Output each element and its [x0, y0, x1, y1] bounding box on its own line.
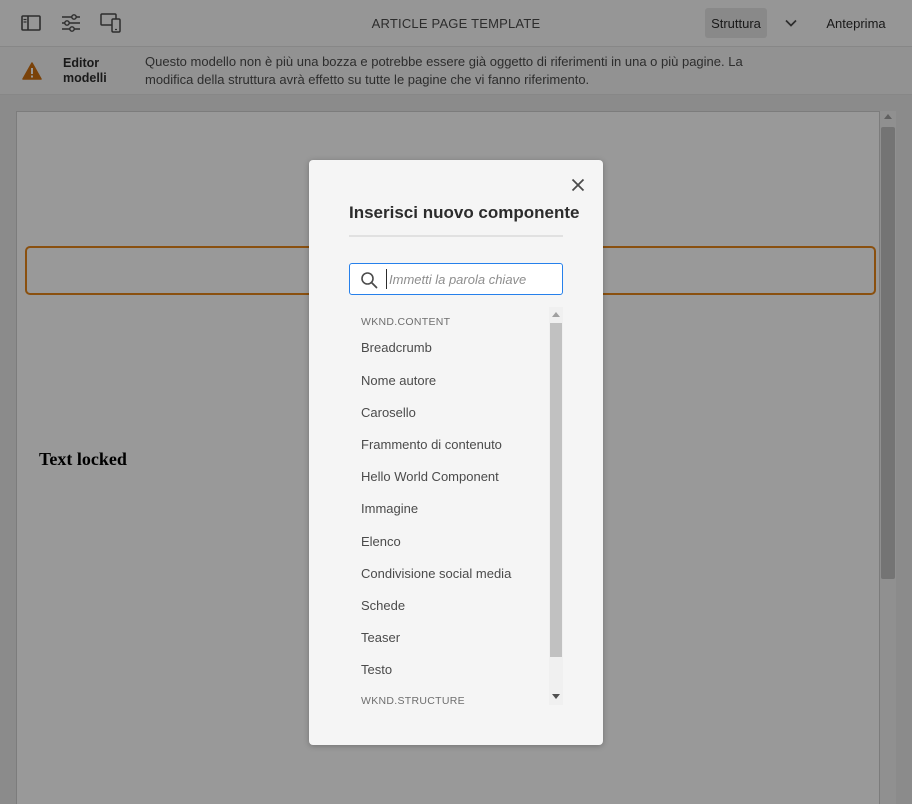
insert-component-dialog: Inserisci nuovo componente WKND.CONTENT …	[309, 160, 603, 745]
search-icon	[360, 271, 378, 289]
search-input[interactable]	[386, 269, 556, 289]
scroll-down-arrow-icon[interactable]	[552, 694, 560, 699]
component-list-scrollbar-thumb[interactable]	[550, 323, 562, 657]
title-divider	[349, 235, 563, 237]
group-header-wknd-structure: WKND.STRUCTURE	[361, 695, 465, 705]
group-header-wknd-content: WKND.CONTENT	[361, 316, 451, 328]
list-item[interactable]: Nome autore	[361, 373, 436, 388]
list-item[interactable]: Teaser	[361, 630, 400, 645]
list-item[interactable]: Schede	[361, 598, 405, 613]
dialog-title: Inserisci nuovo componente	[349, 203, 580, 222]
list-item[interactable]: Breadcrumb	[361, 340, 432, 355]
list-item[interactable]: Elenco	[361, 534, 401, 549]
list-item[interactable]: Hello World Component	[361, 469, 499, 484]
list-item[interactable]: Condivisione social media	[361, 566, 511, 581]
component-list: WKND.CONTENT Breadcrumb Nome autore Caro…	[349, 307, 549, 705]
component-list-scrollbar[interactable]	[549, 307, 563, 705]
list-item[interactable]: Immagine	[361, 501, 418, 516]
scroll-up-arrow-icon[interactable]	[552, 312, 560, 317]
search-field[interactable]	[349, 263, 563, 295]
list-item[interactable]: Testo	[361, 662, 392, 677]
list-item[interactable]: Carosello	[361, 405, 416, 420]
close-icon[interactable]	[568, 175, 588, 195]
list-item[interactable]: Frammento di contenuto	[361, 437, 502, 452]
